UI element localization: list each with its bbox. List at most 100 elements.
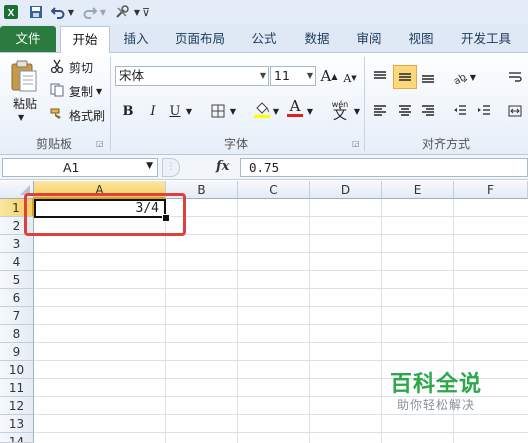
font-launcher-icon[interactable]: ◲ [352, 139, 361, 148]
font-color-glyph: A [289, 97, 301, 115]
align-left-icon[interactable] [370, 101, 390, 121]
insert-function-button[interactable]: fx [216, 159, 229, 174]
grow-font-button[interactable]: A ▲ [319, 66, 339, 86]
excel-logo-icon: X [3, 3, 19, 21]
row-header-12[interactable]: 12 [0, 397, 34, 415]
wrap-text-icon[interactable] [505, 67, 525, 87]
font-size-combo[interactable]: 11 ▼ [270, 66, 316, 86]
name-box-value: A1 [63, 160, 80, 175]
redo-icon[interactable] [82, 3, 98, 21]
align-right-icon[interactable] [418, 101, 438, 121]
caret-down-icon: ▼ [351, 74, 357, 82]
font-name-combo[interactable]: 宋体 ▼ [115, 66, 269, 86]
align-center-icon[interactable] [395, 101, 415, 121]
caret-up-icon: ▲ [331, 71, 338, 81]
row-header-5[interactable]: 5 [0, 271, 34, 289]
copy-dropdown-icon[interactable]: ▼ [96, 87, 102, 96]
gridline [237, 199, 238, 443]
underline-dropdown-icon[interactable]: ▼ [184, 101, 194, 121]
border-icon[interactable] [208, 101, 228, 121]
bold-button[interactable]: B [118, 101, 138, 121]
orientation-icon[interactable]: ab [450, 67, 470, 87]
row-header-6[interactable]: 6 [0, 289, 34, 307]
grow-font-glyph: A [320, 67, 332, 85]
row-header-3[interactable]: 3 [0, 235, 34, 253]
column-header-f[interactable]: F [454, 181, 528, 199]
font-size-value: 11 [274, 68, 290, 83]
paintbrush-icon [50, 107, 66, 124]
row-header-11[interactable]: 11 [0, 379, 34, 397]
tab-file[interactable]: 文件 [0, 26, 56, 52]
clipboard-launcher-icon[interactable]: ◲ [96, 139, 105, 148]
tab-data[interactable]: 数据 [292, 27, 342, 51]
font-color-swatch [287, 114, 303, 117]
customize-qat-icon[interactable]: ⊽ [141, 3, 151, 21]
align-top-icon[interactable] [370, 67, 390, 87]
underline-button[interactable]: U [165, 101, 185, 121]
font-color-button[interactable]: A [285, 98, 305, 118]
tab-developer[interactable]: 开发工具 [450, 27, 522, 51]
orientation-dropdown-icon[interactable]: ▼ [468, 67, 478, 87]
column-header-c[interactable]: C [238, 181, 310, 199]
name-box[interactable]: A1 ▼ [2, 158, 158, 177]
row-header-13[interactable]: 13 [0, 415, 34, 433]
tab-page-layout[interactable]: 页面布局 [165, 27, 235, 51]
save-icon[interactable] [28, 3, 44, 21]
watermark-subtitle: 助你轻松解决 [396, 398, 475, 412]
align-bottom-icon[interactable] [418, 67, 438, 87]
row-header-14[interactable]: 14 [0, 433, 34, 443]
increase-indent-icon[interactable] [474, 101, 494, 121]
gridline [381, 199, 382, 443]
undo-icon[interactable] [50, 3, 66, 21]
tab-view[interactable]: 视图 [397, 27, 445, 51]
cut-button[interactable]: 剪切 [50, 59, 93, 76]
formula-input[interactable]: 0.75 [240, 158, 528, 177]
svg-text:ab: ab [452, 72, 468, 84]
gridline [309, 199, 310, 443]
border-dropdown-icon[interactable]: ▼ [228, 101, 238, 121]
svg-text:X: X [8, 8, 15, 19]
decrease-indent-icon[interactable] [450, 101, 470, 121]
redo-dropdown-icon[interactable]: ▼ [98, 3, 108, 21]
name-box-dropdown-icon[interactable]: ▼ [146, 161, 153, 171]
paste-button[interactable]: 粘贴 [9, 95, 41, 112]
quick-access-toolbar: X ▼ ▼ ▼ ⊽ [0, 0, 528, 25]
shrink-font-button[interactable]: A ▼ [340, 68, 360, 88]
phonetic-guide-button[interactable]: wén 文 [326, 97, 354, 123]
ribbon: 粘贴 ▼ 剪切 复制 ▼ 格式刷 剪贴板 ◲ 宋体 ▼ 11 ▼ A ▲ A ▼ B… [0, 53, 528, 155]
formula-bar-resize-handle[interactable]: ⋮ [162, 158, 180, 177]
highlight-box [24, 193, 186, 236]
copy-icon [50, 83, 66, 100]
row-header-10[interactable]: 10 [0, 361, 34, 379]
column-header-d[interactable]: D [310, 181, 382, 199]
fill-color-dropdown-icon[interactable]: ▼ [271, 101, 281, 121]
format-painter-button[interactable]: 格式刷 [50, 107, 105, 124]
row-header-7[interactable]: 7 [0, 307, 34, 325]
merge-center-icon[interactable] [505, 101, 525, 121]
fill-color-icon[interactable] [252, 99, 272, 119]
column-header-e[interactable]: E [382, 181, 454, 199]
shrink-font-glyph: A [343, 71, 352, 85]
align-middle-icon[interactable] [393, 65, 417, 89]
font-color-dropdown-icon[interactable]: ▼ [305, 101, 315, 121]
paste-icon[interactable] [6, 57, 42, 97]
tab-review[interactable]: 审阅 [345, 27, 393, 51]
ribbon-tab-row: 文件 开始 插入 页面布局 公式 数据 审阅 视图 开发工具 [0, 24, 528, 53]
phonetic-char: 文 [333, 107, 347, 123]
row-header-9[interactable]: 9 [0, 343, 34, 361]
copy-button[interactable]: 复制 ▼ [50, 83, 102, 100]
row-header-8[interactable]: 8 [0, 325, 34, 343]
alignment-group-label: 对齐方式 [421, 137, 470, 151]
tab-home[interactable]: 开始 [60, 26, 110, 53]
font-size-dropdown-icon[interactable]: ▼ [307, 67, 313, 85]
row-header-4[interactable]: 4 [0, 253, 34, 271]
clipboard-group-label: 剪贴板 [35, 137, 72, 151]
italic-button[interactable]: I [143, 101, 163, 121]
tab-formulas[interactable]: 公式 [240, 27, 288, 51]
undo-dropdown-icon[interactable]: ▼ [66, 3, 76, 21]
tab-insert[interactable]: 插入 [112, 27, 160, 51]
phonetic-dropdown-icon[interactable]: ▼ [352, 101, 362, 121]
paste-dropdown-icon[interactable]: ▼ [18, 113, 24, 122]
font-name-dropdown-icon[interactable]: ▼ [260, 67, 266, 85]
tools-icon[interactable] [113, 3, 131, 21]
